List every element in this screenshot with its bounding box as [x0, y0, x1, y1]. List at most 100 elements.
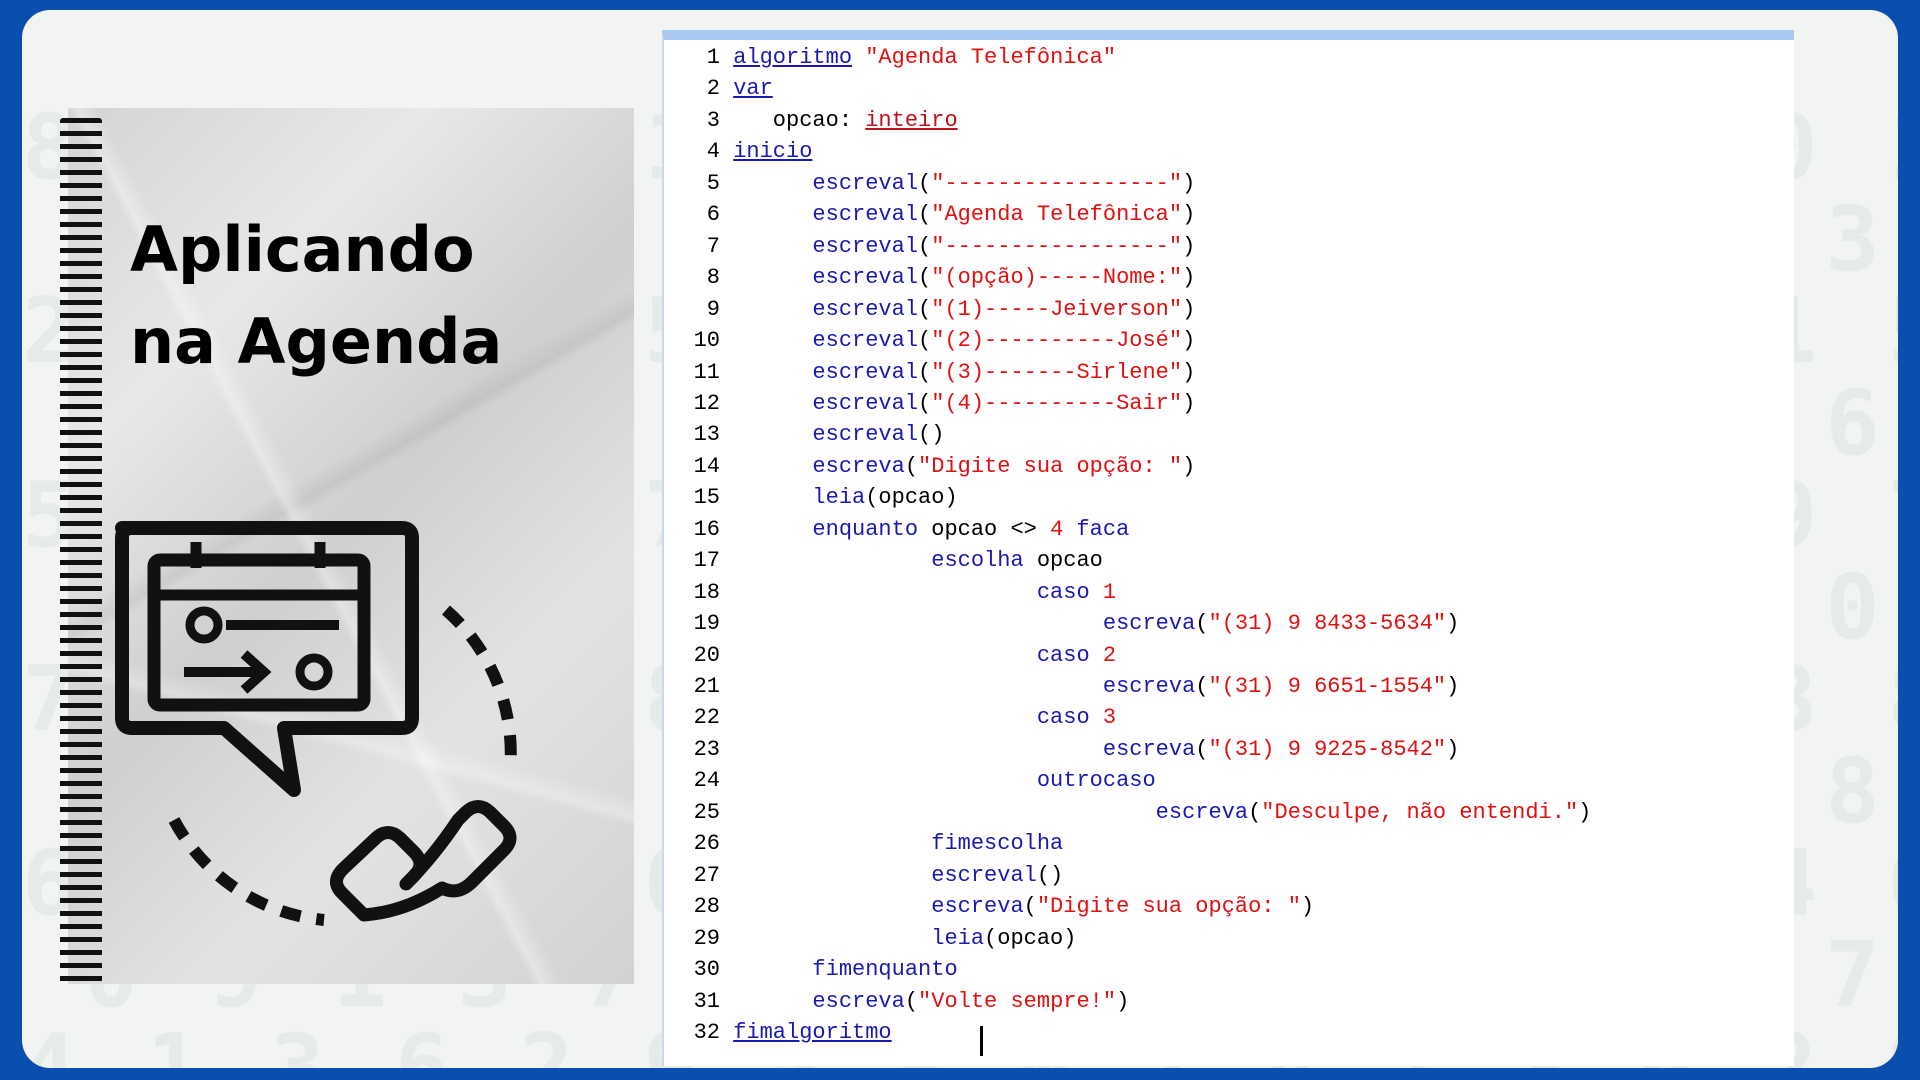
code-text: escreva("Digite sua opção: "): [720, 451, 1195, 482]
line-number: 27: [693, 862, 720, 888]
code-token: escreva: [733, 988, 905, 1014]
line-number: 14: [693, 453, 720, 479]
line-number: 6: [706, 202, 720, 228]
code-text: outrocaso: [720, 765, 1156, 796]
code-token: (: [1195, 674, 1209, 699]
code-token: escreval: [733, 328, 919, 354]
code-text: escreval("-----------------"): [720, 231, 1195, 262]
line-number: 15: [693, 485, 720, 511]
code-line: 6 escreval("Agenda Telefônica"): [664, 199, 1196, 230]
code-token: ): [1182, 265, 1196, 291]
code-token: (: [918, 233, 932, 259]
code-token: fimalgoritmo: [733, 1019, 892, 1045]
code-token: escreva: [733, 611, 1196, 637]
code-token: (: [918, 265, 932, 291]
line-number: 3: [706, 107, 720, 133]
text-cursor: [980, 1026, 983, 1056]
code-token: "Agenda Telefônica": [931, 202, 1183, 228]
code-text: caso 3: [720, 702, 1116, 733]
code-token: escreval: [733, 862, 1037, 888]
code-line: 26 fimescolha: [664, 828, 1064, 859]
code-token: "Agenda Telefônica": [865, 45, 1117, 70]
code-line: 5 escreval("-----------------"): [664, 168, 1196, 199]
line-number: 13: [693, 422, 720, 448]
code-token: ): [1182, 170, 1196, 196]
code-token: "(opção)-----Nome:": [931, 265, 1183, 291]
code-text: escreva("Volte sempre!"): [720, 986, 1129, 1017]
code-token: "(4)----------Sair": [931, 390, 1183, 416]
code-token: var: [733, 76, 773, 102]
code-token: escreval: [733, 390, 919, 416]
code-text: escreval("(3)-------Sirlene"): [720, 357, 1195, 388]
code-line: 27 escreval(): [664, 860, 1064, 891]
code-text: escreva("(31) 9 9225-8542"): [720, 734, 1459, 765]
code-line: 3 opcao: inteiro: [664, 105, 958, 136]
line-number: 24: [693, 768, 720, 794]
code-line: 4 inicio: [664, 136, 813, 167]
line-number: 18: [693, 579, 720, 605]
code-line: 7 escreval("-----------------"): [664, 231, 1196, 262]
code-token: (): [918, 422, 945, 448]
code-token: (: [918, 202, 932, 228]
code-token: 1: [1089, 579, 1117, 605]
code-text: escreval(): [720, 419, 944, 450]
code-token: (: [918, 296, 932, 322]
line-number: 2: [706, 76, 720, 102]
line-number: 4: [706, 139, 720, 165]
code-token: ): [1182, 296, 1196, 322]
code-token: opcao <>: [918, 516, 1051, 542]
code-token: 3: [1089, 705, 1117, 731]
code-text: escreval("(opção)-----Nome:"): [720, 262, 1195, 293]
code-token: leia: [733, 925, 985, 951]
code-text: var: [720, 73, 773, 104]
code-text: escreva("Desculpe, não entendi."): [720, 797, 1592, 828]
code-token: escreval: [733, 170, 919, 196]
code-token: outrocaso: [733, 768, 1156, 794]
code-token: (: [1195, 736, 1209, 762]
code-token: leia: [733, 485, 866, 511]
code-token: (): [1036, 862, 1064, 888]
code-text: caso 1: [720, 577, 1116, 608]
code-line: 2 var: [664, 73, 773, 104]
code-token: fimescolha: [733, 831, 1064, 857]
code-token: escreval: [733, 359, 919, 385]
code-token: (opcao): [984, 925, 1077, 951]
code-token: (: [918, 328, 932, 354]
code-text: fimenquanto: [720, 954, 958, 985]
code-text: escreval("Agenda Telefônica"): [720, 199, 1195, 230]
code-line: 12 escreval("(4)----------Sair"): [664, 388, 1196, 419]
code-editor[interactable]: 1 algoritmo "Agenda Telefônica" 2 var 3 op…: [662, 30, 1794, 1066]
code-token: (: [918, 170, 932, 196]
code-text: leia(opcao): [720, 482, 957, 513]
code-text: escreval("(1)-----Jeiverson"): [720, 294, 1195, 325]
code-token: escreval: [733, 265, 919, 291]
code-token: "Volte sempre!": [918, 988, 1117, 1014]
code-line: 1 algoritmo "Agenda Telefônica": [664, 42, 1116, 73]
code-token: (: [918, 390, 932, 416]
code-token: escreva: [733, 674, 1196, 699]
code-text: escreva("Digite sua opção: "): [720, 891, 1314, 922]
title-line-2: na Agenda: [130, 305, 503, 378]
code-token: escreva: [733, 894, 1024, 920]
code-token: opcao: [1023, 548, 1103, 574]
code-line: 30 fimenquanto: [664, 954, 958, 985]
line-number: 21: [693, 674, 720, 699]
code-token: ): [1182, 328, 1196, 354]
line-number: 16: [693, 516, 720, 542]
code-text: opcao: inteiro: [720, 105, 958, 136]
code-text: caso 2: [720, 640, 1116, 671]
code-line: 9 escreval("(1)-----Jeiverson"): [664, 294, 1196, 325]
code-token: ): [1116, 988, 1130, 1014]
code-token: escreval: [733, 202, 919, 228]
code-token: fimenquanto: [733, 957, 958, 983]
line-number: 23: [693, 736, 720, 762]
code-text: escreval(): [720, 860, 1063, 891]
code-token: ): [1182, 202, 1196, 228]
line-number: 19: [693, 611, 720, 637]
code-token: "-----------------": [931, 233, 1183, 259]
code-token: ): [1182, 390, 1196, 416]
code-line: 32 fimalgoritmo: [664, 1017, 892, 1048]
code-line: 24 outrocaso: [664, 765, 1156, 796]
line-number: 32: [693, 1019, 720, 1045]
